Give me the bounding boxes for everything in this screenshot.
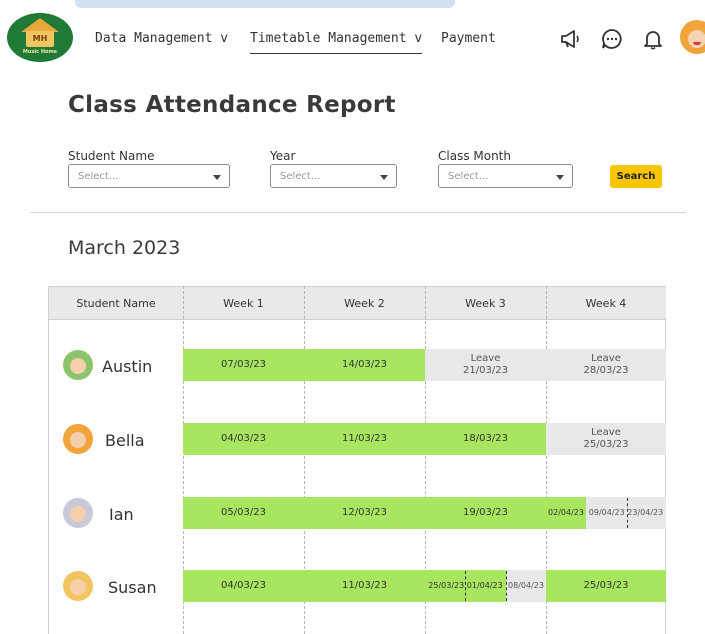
student-avatar <box>63 350 93 380</box>
chevron-down-icon <box>380 175 388 180</box>
attended-cell[interactable]: 04/03/23 <box>183 570 304 602</box>
attendance-table: Student Name Week 1 Week 2 Week 3 Week 4… <box>48 286 666 634</box>
year-placeholder: Select... <box>280 171 321 182</box>
student-avatar <box>63 498 93 528</box>
page-title: Class Attendance Report <box>68 92 396 118</box>
search-button[interactable]: Search <box>610 165 662 188</box>
top-banner <box>0 0 705 16</box>
nav-timetable-management[interactable]: Timetable Management v <box>250 31 423 54</box>
year-select[interactable]: Select... <box>270 164 397 188</box>
leave-cell[interactable]: Leave 25/03/23 <box>546 423 666 455</box>
leave-label: Leave <box>591 427 621 438</box>
attended-cell[interactable]: 07/03/23 <box>183 349 304 381</box>
student-avatar <box>63 571 93 601</box>
attended-cell[interactable]: 02/04/23 <box>546 497 586 529</box>
leave-date: 28/03/23 <box>583 365 629 376</box>
month-title: March 2023 <box>68 237 181 259</box>
cell-separator <box>506 571 507 601</box>
student-avatar <box>63 424 93 454</box>
chevron-down-icon <box>213 175 221 180</box>
leave-label: Leave <box>591 353 621 364</box>
leave-cell[interactable]: Leave 28/03/23 <box>546 349 666 381</box>
user-avatar[interactable] <box>680 20 705 54</box>
attended-cell[interactable]: 04/03/23 <box>183 423 304 455</box>
student-name-placeholder: Select... <box>78 171 119 182</box>
class-month-placeholder: Select... <box>448 171 489 182</box>
leave-date: 21/03/23 <box>463 365 508 376</box>
makeup-cell[interactable]: 09/04/23 23/04/23 <box>586 497 666 529</box>
cell-separator <box>627 498 628 528</box>
header-week-2: Week 2 <box>344 297 385 310</box>
divider <box>30 212 686 213</box>
leave-label: Leave <box>470 353 501 364</box>
header-student-name: Student Name <box>76 297 156 310</box>
student-name[interactable]: Austin <box>102 357 152 376</box>
student-name-select[interactable]: Select... <box>68 164 230 188</box>
makeup-cell[interactable]: 08/04/23 <box>506 570 546 602</box>
logo-subtitle: Music Home <box>22 49 58 55</box>
attended-cell[interactable]: 11/03/23 <box>304 570 425 602</box>
nav-payment[interactable]: Payment <box>441 31 496 46</box>
student-name-label: Student Name <box>68 149 155 163</box>
class-month-label: Class Month <box>438 149 511 163</box>
student-name[interactable]: Bella <box>105 431 145 450</box>
leave-cell[interactable]: Leave 21/03/23 <box>425 349 546 381</box>
header-week-4: Week 4 <box>585 297 627 310</box>
table-header: Student Name Week 1 Week 2 Week 3 Week 4 <box>49 286 666 320</box>
cell-separator <box>465 571 466 601</box>
student-name[interactable]: Ian <box>109 505 134 524</box>
chat-icon[interactable] <box>601 28 623 50</box>
megaphone-icon[interactable] <box>559 28 581 50</box>
page: MH Music Home Data Management v Timetabl… <box>0 0 705 634</box>
attended-cell[interactable]: 18/03/23 <box>425 423 546 455</box>
attended-cell[interactable]: 19/03/23 <box>425 497 546 529</box>
chevron-down-icon <box>556 175 564 180</box>
attended-cell[interactable]: 12/03/23 <box>304 497 425 529</box>
attended-cell[interactable]: 11/03/23 <box>304 423 425 455</box>
year-label: Year <box>270 149 296 163</box>
header-week-3: Week 3 <box>465 297 506 310</box>
header-week-1: Week 1 <box>223 297 264 310</box>
attended-cell[interactable]: 14/03/23 <box>304 349 425 381</box>
student-name[interactable]: Susan <box>108 578 157 597</box>
attended-cell[interactable]: 25/03/23 <box>546 570 666 602</box>
logo[interactable]: MH Music Home <box>7 13 73 62</box>
leave-date: 25/03/23 <box>583 439 629 450</box>
bell-icon[interactable] <box>642 28 664 50</box>
attended-cell[interactable]: 05/03/23 <box>183 497 304 529</box>
logo-text: MH <box>26 31 54 47</box>
nav-data-management[interactable]: Data Management v <box>95 31 228 46</box>
class-month-select[interactable]: Select... <box>438 164 573 188</box>
